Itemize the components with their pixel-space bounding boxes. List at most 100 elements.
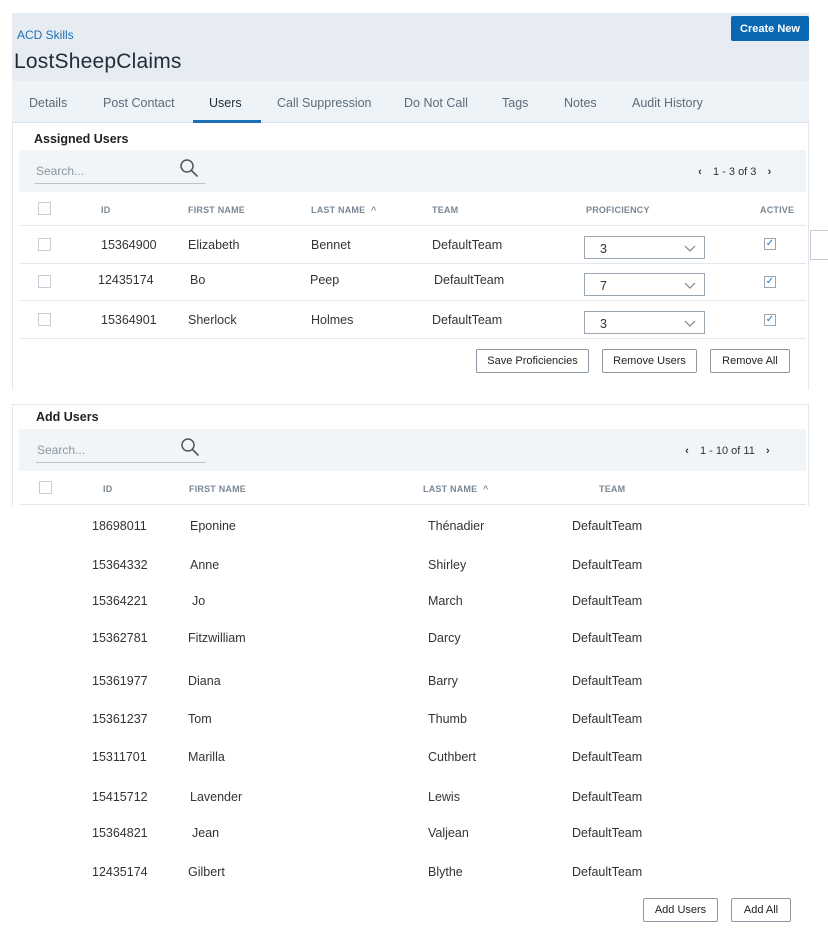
user-id: 15415712: [92, 790, 148, 804]
user-id: 12435174: [98, 273, 154, 287]
column-header-last-name[interactable]: LAST NAME ^: [311, 205, 376, 215]
page-title: LostSheepClaims: [14, 50, 182, 73]
pager-next-button[interactable]: ›: [763, 445, 773, 457]
breadcrumb[interactable]: ACD Skills: [17, 28, 74, 42]
active-checkbox[interactable]: ✓: [764, 314, 776, 326]
tab-call-suppression[interactable]: Call Suppression: [277, 96, 372, 110]
remove-users-button[interactable]: Remove Users: [602, 349, 697, 373]
tab-notes[interactable]: Notes: [564, 96, 597, 110]
tab-users[interactable]: Users: [209, 96, 242, 110]
active-checkbox[interactable]: ✓: [764, 276, 776, 288]
team: DefaultTeam: [572, 826, 643, 840]
user-id: 15361977: [92, 674, 148, 688]
user-id: 15364332: [92, 558, 148, 572]
first-name: Tom: [188, 712, 212, 726]
team: DefaultTeam: [572, 865, 643, 879]
divider: [19, 504, 806, 505]
chevron-down-icon: [684, 282, 696, 289]
save-proficiencies-button[interactable]: Save Proficiencies: [476, 349, 589, 373]
last-name: March: [428, 594, 463, 608]
user-id: 15364900: [101, 238, 157, 252]
chevron-down-icon: [684, 245, 696, 252]
tab-post-contact[interactable]: Post Contact: [103, 96, 175, 110]
side-drawer-handle[interactable]: [810, 230, 828, 260]
user-id: 15364821: [92, 826, 148, 840]
pager-next-button[interactable]: ›: [764, 166, 774, 178]
divider: [19, 300, 806, 301]
remove-all-button[interactable]: Remove All: [710, 349, 790, 373]
last-name: Thénadier: [428, 519, 485, 533]
select-all-checkbox[interactable]: [39, 481, 52, 494]
proficiency-value: 7: [600, 279, 607, 296]
search-icon[interactable]: [179, 158, 199, 178]
add-users-title: Add Users: [36, 410, 99, 424]
first-name: Gilbert: [188, 865, 225, 879]
tab-bar: Details Post Contact Users Call Suppress…: [12, 81, 809, 123]
add-all-button[interactable]: Add All: [731, 898, 791, 922]
team: DefaultTeam: [572, 750, 643, 764]
column-header-team[interactable]: TEAM: [599, 484, 625, 494]
tab-audit-history[interactable]: Audit History: [632, 96, 703, 110]
first-name: Marilla: [188, 750, 225, 764]
team: DefaultTeam: [572, 558, 643, 572]
first-name: Elizabeth: [188, 238, 240, 252]
row-checkbox[interactable]: [38, 238, 51, 251]
user-id: 12435174: [92, 865, 148, 879]
sort-ascending-icon: ^: [483, 484, 489, 494]
column-header-label: LAST NAME: [311, 205, 366, 215]
last-name: Lewis: [428, 790, 460, 804]
team: DefaultTeam: [572, 712, 643, 726]
divider: [19, 338, 806, 339]
pager-prev-button[interactable]: ‹: [695, 166, 705, 178]
sort-ascending-icon: ^: [371, 205, 377, 215]
team: DefaultTeam: [432, 313, 503, 327]
user-id: 15361237: [92, 712, 148, 726]
last-name: Shirley: [428, 558, 467, 572]
column-header-first-name[interactable]: FIRST NAME: [188, 205, 245, 215]
select-all-checkbox[interactable]: [38, 202, 51, 215]
team: DefaultTeam: [572, 519, 643, 533]
last-name: Valjean: [428, 826, 469, 840]
user-id: 15364901: [101, 313, 157, 327]
first-name: Bo: [190, 273, 206, 287]
user-id: 15364221: [92, 594, 148, 608]
add-users-button[interactable]: Add Users: [643, 898, 718, 922]
first-name: Sherlock: [188, 313, 237, 327]
proficiency-select[interactable]: 7: [584, 273, 705, 296]
tab-tags[interactable]: Tags: [502, 96, 528, 110]
row-checkbox[interactable]: [38, 275, 51, 288]
search-icon[interactable]: [180, 437, 200, 457]
column-header-first-name[interactable]: FIRST NAME: [189, 484, 246, 494]
last-name: Peep: [310, 273, 340, 287]
team: DefaultTeam: [572, 790, 643, 804]
proficiency-select[interactable]: 3: [584, 311, 705, 334]
team: DefaultTeam: [434, 273, 505, 287]
proficiency-select[interactable]: 3: [584, 236, 705, 259]
last-name: Bennet: [311, 238, 351, 252]
column-header-proficiency[interactable]: PROFICIENCY: [586, 205, 650, 215]
column-header-team[interactable]: TEAM: [432, 205, 458, 215]
proficiency-value: 3: [600, 317, 607, 331]
row-checkbox[interactable]: [38, 313, 51, 326]
last-name: Darcy: [428, 631, 461, 645]
pager-prev-button[interactable]: ‹: [682, 445, 692, 457]
add-search-bar: ‹ 1 - 10 of 11 ›: [19, 429, 806, 471]
assigned-users-title: Assigned Users: [34, 132, 129, 146]
column-header-id[interactable]: ID: [103, 484, 112, 494]
active-checkbox[interactable]: ✓: [764, 238, 776, 250]
column-header-id[interactable]: ID: [101, 205, 110, 215]
last-name: Thumb: [428, 712, 467, 726]
page: ACD Skills LostSheepClaims Create New De…: [0, 0, 828, 945]
assigned-search-bar: ‹ 1 - 3 of 3 ›: [19, 150, 806, 192]
first-name: Lavender: [190, 790, 243, 804]
last-name: Cuthbert: [428, 750, 476, 764]
team: DefaultTeam: [572, 631, 643, 645]
last-name: Barry: [428, 674, 458, 688]
tab-do-not-call[interactable]: Do Not Call: [404, 96, 468, 110]
create-new-button[interactable]: Create New: [731, 16, 809, 41]
user-id: 18698011: [92, 519, 147, 533]
column-header-last-name[interactable]: LAST NAME ^: [423, 484, 488, 494]
column-header-active[interactable]: ACTIVE: [760, 205, 794, 215]
proficiency-value: 3: [600, 242, 607, 256]
tab-details[interactable]: Details: [29, 96, 67, 110]
